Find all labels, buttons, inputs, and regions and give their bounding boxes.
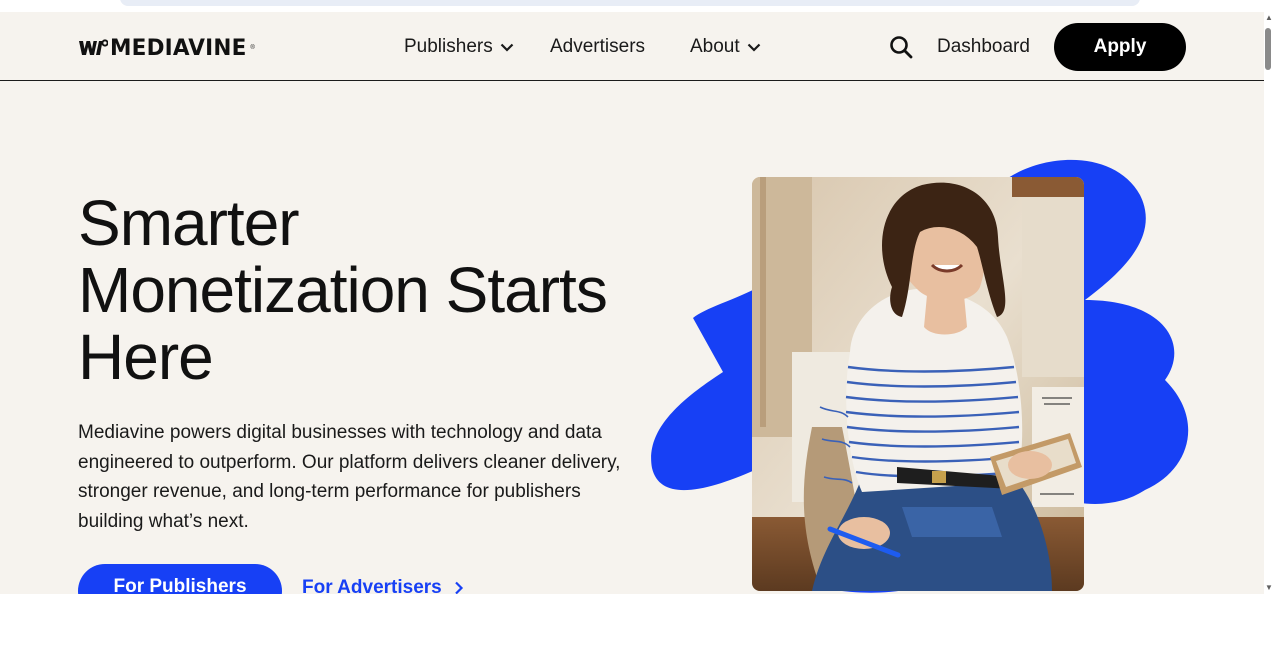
scrollbar-thumb[interactable] [1265, 28, 1271, 70]
chevron-down-icon [747, 43, 760, 52]
dashboard-link[interactable]: Dashboard [937, 34, 1030, 60]
chevron-down-icon [500, 43, 513, 52]
for-publishers-button[interactable]: For Publishers [78, 564, 282, 594]
apply-button[interactable]: Apply [1054, 23, 1186, 71]
scroll-down-icon[interactable]: ▼ [1265, 584, 1272, 592]
mediavine-logo[interactable]: MEDIAVINE ® [78, 35, 255, 61]
nav-item-label: Advertisers [550, 36, 646, 57]
vertical-scrollbar[interactable]: ▲ ▼ [1264, 0, 1272, 594]
scroll-up-icon[interactable]: ▲ [1265, 14, 1272, 22]
nav-item-advertisers[interactable]: Advertisers [550, 34, 645, 60]
for-advertisers-link[interactable]: For Advertisers [302, 574, 464, 594]
photo-illustration [752, 177, 1084, 591]
hero-title-line: Here [78, 321, 214, 393]
registered-mark: ® [250, 45, 255, 51]
mediavine-logo-mark-icon [79, 39, 108, 55]
chevron-right-icon [454, 581, 463, 594]
site-header: MEDIAVINE ® Publishers Advertisers About… [0, 12, 1264, 81]
browser-top-strip [0, 0, 1264, 12]
search-icon[interactable] [889, 35, 913, 59]
hero-description: Mediavine powers digital businesses with… [78, 422, 621, 532]
browser-viewport: MEDIAVINE ® Publishers Advertisers About… [0, 0, 1272, 594]
nav-item-publishers[interactable]: Publishers [404, 34, 514, 60]
hero-title-line: Monetization Starts [78, 254, 608, 326]
nav-item-label: About [690, 36, 740, 57]
hero-photo-woman-sketching [752, 177, 1084, 591]
hero-title-line: Smarter [78, 187, 300, 259]
nav-item-label: Publishers [404, 36, 493, 57]
logo-wordmark: MEDIAVINE [110, 35, 247, 61]
hero-title: Smarter Monetization Starts Here [78, 190, 638, 391]
nav-item-about[interactable]: About [690, 34, 761, 60]
for-advertisers-label: For Advertisers [302, 577, 442, 594]
